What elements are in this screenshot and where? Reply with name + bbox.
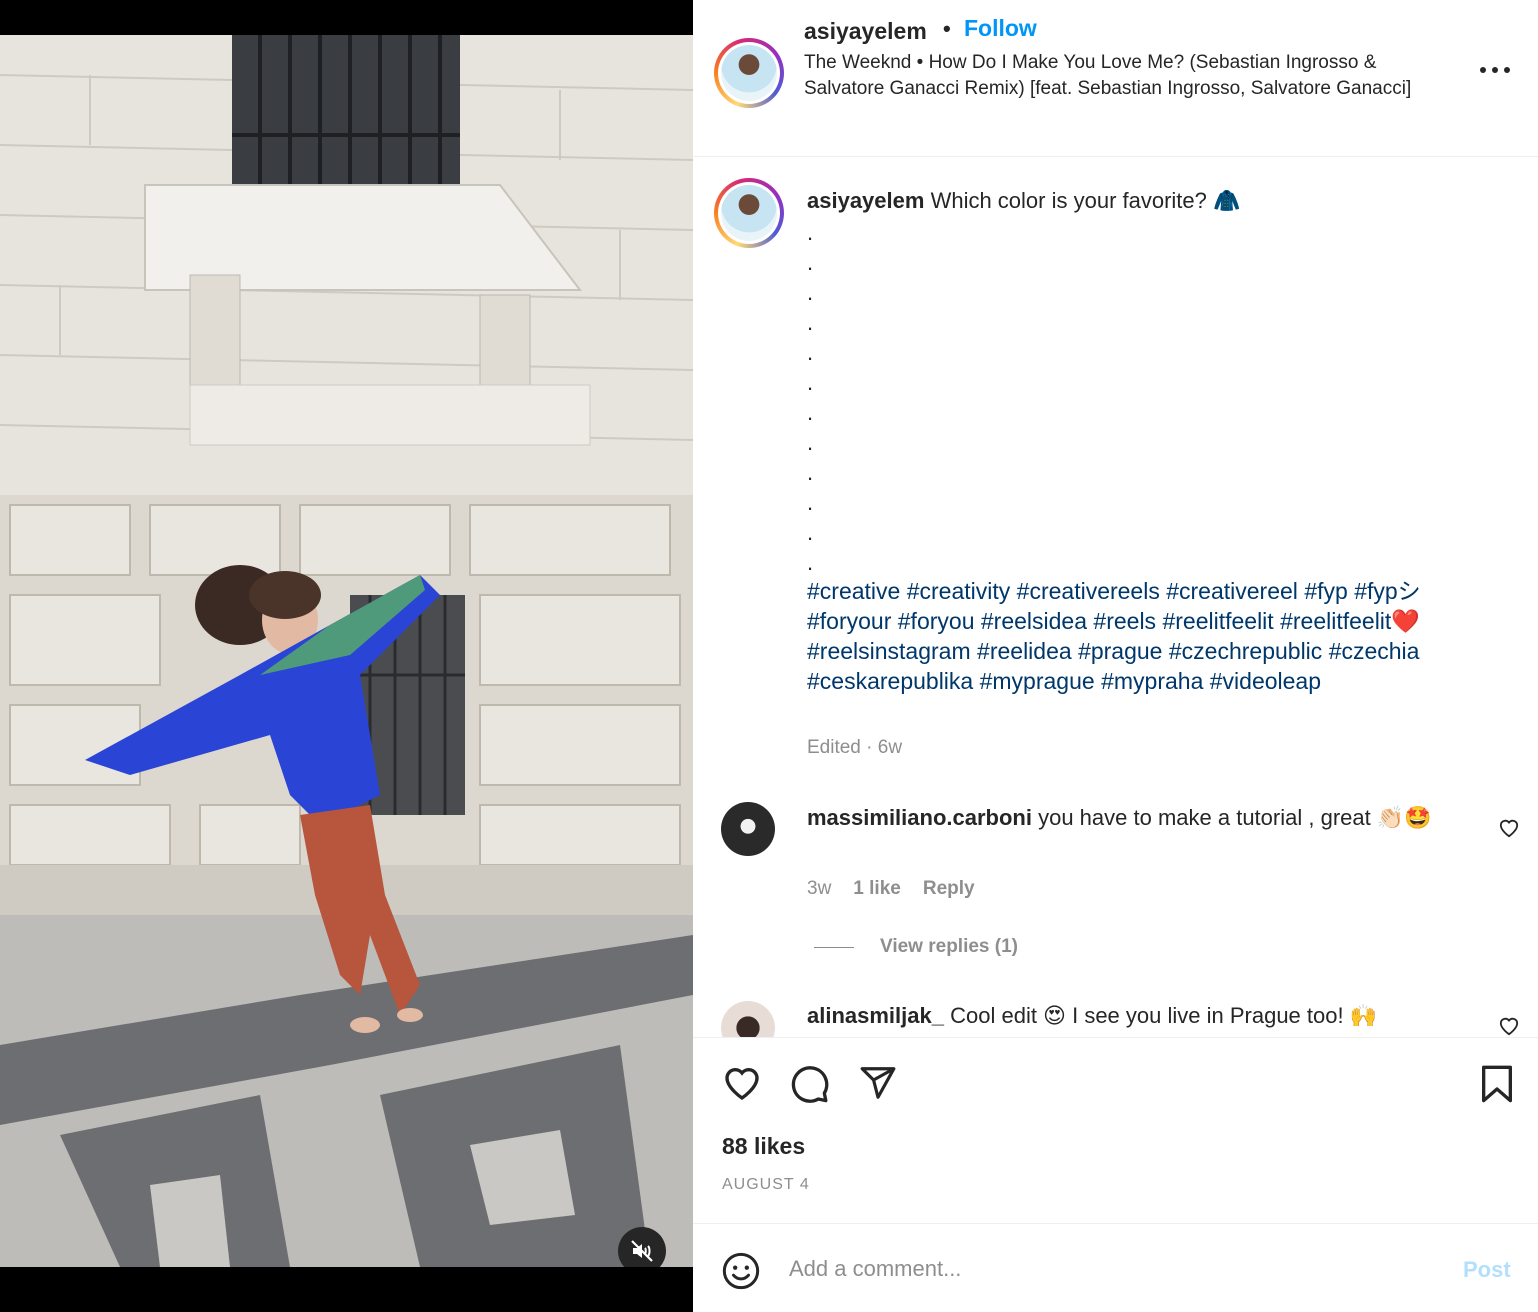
hashtag-link[interactable]: #mypraha: [1101, 668, 1203, 694]
view-replies-label: View replies (1): [880, 936, 1018, 957]
bookmark-icon[interactable]: [1480, 1064, 1514, 1104]
hashtag-link[interactable]: #foryour: [807, 608, 891, 634]
caption-username[interactable]: asiyayelem: [807, 188, 924, 213]
emoji-icon[interactable]: [721, 1251, 761, 1291]
follow-button[interactable]: Follow: [964, 15, 1037, 42]
comment-likes[interactable]: 1 like: [853, 878, 901, 900]
audio-track-link[interactable]: The Weeknd • How Do I Make You Love Me? …: [804, 50, 1454, 102]
comment-like-heart-icon[interactable]: [1498, 1016, 1520, 1036]
post-header: asiyayelem • Follow The Weeknd • How Do …: [693, 0, 1538, 157]
post-date: AUGUST 4: [722, 1176, 810, 1193]
caption-meta: Edited · 6w: [807, 737, 903, 758]
hashtag-link[interactable]: #foryou: [898, 608, 975, 634]
author-avatar[interactable]: [714, 38, 784, 108]
commenter-avatar[interactable]: [721, 1001, 775, 1037]
likes-count[interactable]: 88 likes: [722, 1133, 805, 1160]
hashtag-link[interactable]: #ceskarepublika: [807, 668, 973, 694]
hashtag-link[interactable]: #reels: [1093, 608, 1156, 634]
speaker-muted-icon: [631, 1240, 653, 1262]
hashtag-link[interactable]: #reelitfeelit❤️: [1280, 608, 1420, 634]
comment-text: Cool edit 😍 I see you live in Prague too…: [950, 1003, 1378, 1028]
caption-dot: .: [807, 340, 814, 365]
heart-icon[interactable]: [722, 1064, 762, 1102]
hashtag-link[interactable]: #reelsidea: [981, 608, 1087, 634]
hashtag-link[interactable]: #reelsinstagram: [807, 638, 971, 664]
caption-dot: .: [807, 220, 814, 245]
caption-author-avatar[interactable]: [714, 178, 784, 248]
comment-username[interactable]: alinasmiljak_: [807, 1003, 944, 1028]
comment-text: you have to make a tutorial , great 👏🏻🤩: [1038, 805, 1432, 830]
caption-dot: .: [807, 520, 814, 545]
caption-dot: .: [807, 490, 814, 515]
hashtag-link[interactable]: #fypシ: [1354, 578, 1420, 604]
comment-username[interactable]: massimiliano.carboni: [807, 805, 1032, 830]
author-username[interactable]: asiyayelem: [804, 18, 927, 45]
comment-meta: 3w 1 like Reply: [807, 878, 975, 900]
post-panel: asiyayelem • Follow The Weeknd • How Do …: [693, 0, 1538, 1312]
reel-video[interactable]: [0, 35, 693, 1267]
header-separator: •: [943, 16, 951, 41]
comment-like-heart-icon[interactable]: [1498, 818, 1520, 838]
hashtag-link[interactable]: #reelidea: [977, 638, 1072, 664]
caption: asiyayelem Which color is your favorite?…: [807, 186, 1497, 216]
caption-dots: ............: [807, 218, 813, 578]
caption-dot: .: [807, 310, 814, 335]
post-comment-button[interactable]: Post: [1463, 1257, 1511, 1283]
caption-dot: .: [807, 550, 814, 575]
hashtag-link[interactable]: #creativereel: [1166, 578, 1298, 604]
commenter-avatar[interactable]: [721, 802, 775, 856]
comment-input[interactable]: [789, 1253, 1429, 1285]
hashtag-link[interactable]: #myprague: [980, 668, 1095, 694]
view-replies-button[interactable]: View replies (1): [814, 936, 1018, 958]
comment-1: massimiliano.carboni you have to make a …: [807, 803, 1457, 833]
reel-media: [0, 0, 693, 1312]
hashtag-link[interactable]: #reelitfeelit: [1162, 608, 1273, 634]
caption-dot: .: [807, 430, 814, 455]
hashtag-link[interactable]: #prague: [1078, 638, 1162, 664]
hashtag-link[interactable]: #creativereels: [1017, 578, 1160, 604]
comment-time: 3w: [807, 878, 832, 899]
caption-dot: .: [807, 280, 814, 305]
mute-button[interactable]: [618, 1227, 666, 1267]
hashtag-link[interactable]: #czechia: [1329, 638, 1420, 664]
reply-button[interactable]: Reply: [923, 878, 975, 900]
caption-dot: .: [807, 460, 814, 485]
action-bar: 88 likes AUGUST 4: [693, 1038, 1538, 1224]
video-frame-illustration: [0, 35, 693, 1267]
caption-dot: .: [807, 250, 814, 275]
caption-dot: .: [807, 370, 814, 395]
hashtag-link[interactable]: #czechrepublic: [1169, 638, 1322, 664]
hashtag-link[interactable]: #creativity: [907, 578, 1011, 604]
more-options-icon[interactable]: [1480, 58, 1510, 82]
hashtag-link[interactable]: #creative: [807, 578, 900, 604]
share-icon[interactable]: [858, 1064, 898, 1102]
caption-hashtags: #creative #creativity #creativereels #cr…: [807, 576, 1487, 696]
caption-dot: .: [807, 400, 814, 425]
comments-section[interactable]: asiyayelem Which color is your favorite?…: [693, 158, 1538, 1038]
hashtag-link[interactable]: #videoleap: [1210, 668, 1321, 694]
hashtag-link[interactable]: #fyp: [1304, 578, 1347, 604]
caption-text: Which color is your favorite? 🧥: [930, 188, 1241, 213]
comment-2: alinasmiljak_ Cool edit 😍 I see you live…: [807, 1001, 1457, 1031]
add-comment-bar: Post: [693, 1225, 1538, 1312]
comment-icon[interactable]: [790, 1064, 830, 1104]
replies-divider: [814, 946, 854, 948]
